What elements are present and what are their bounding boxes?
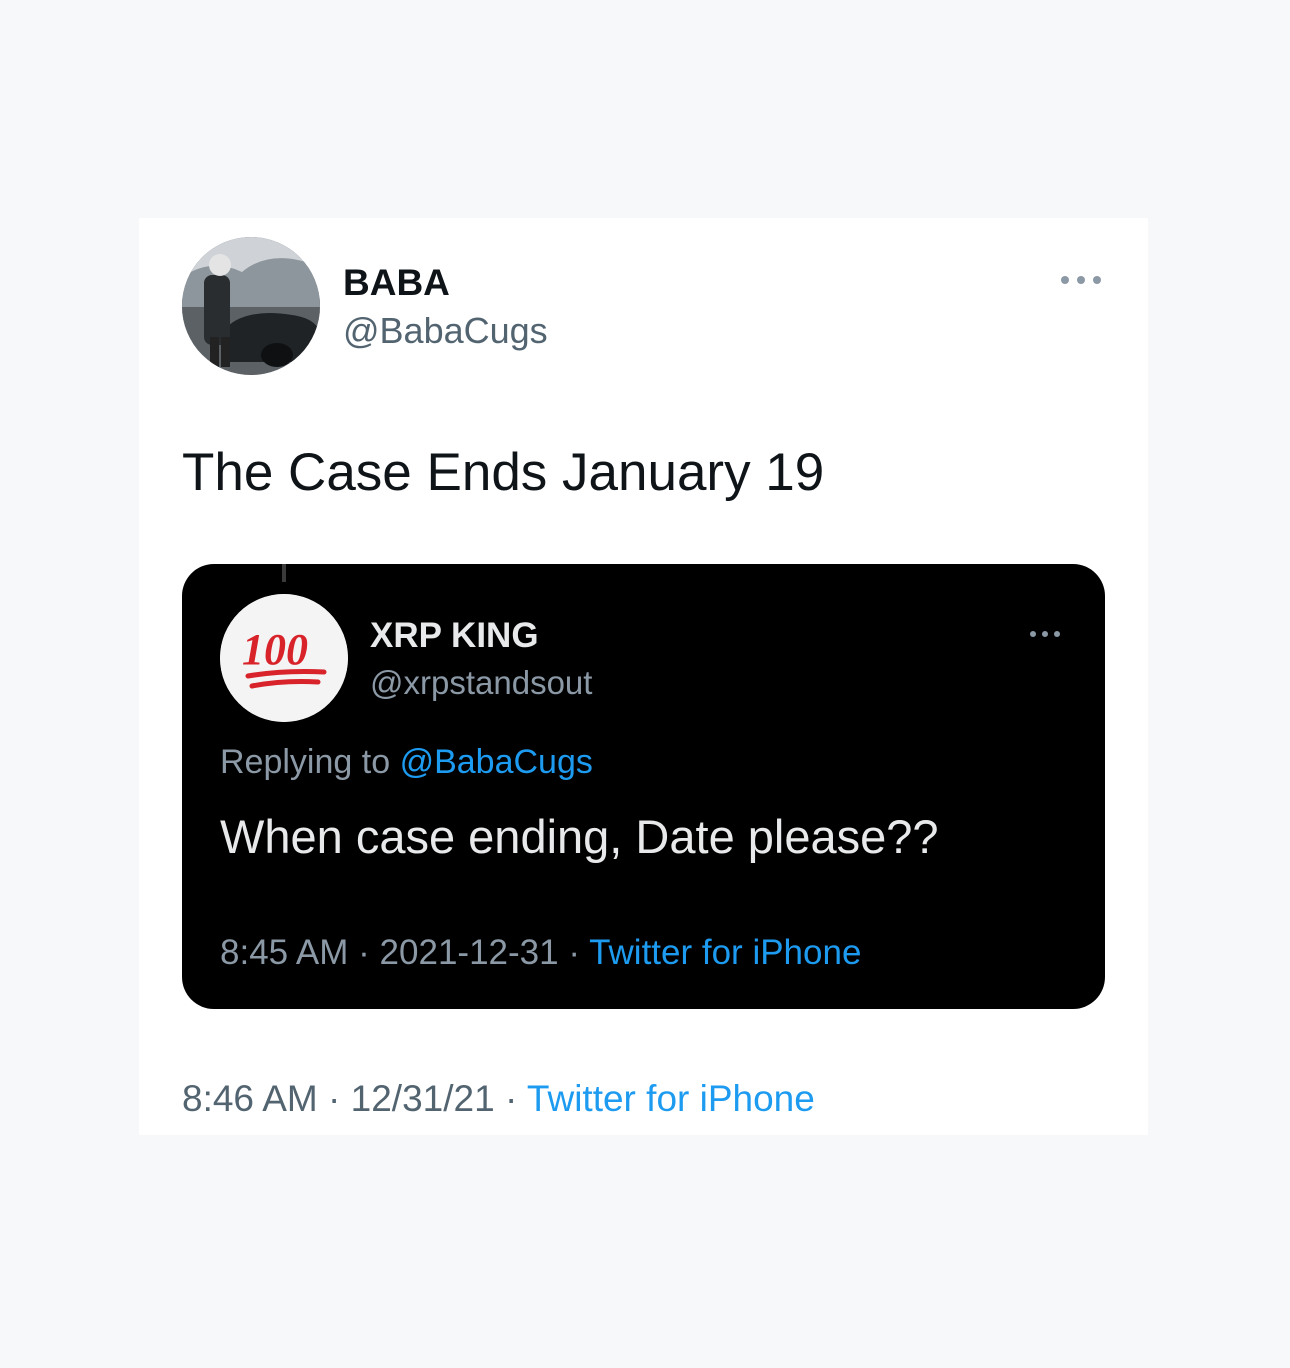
avatar[interactable] [182, 237, 320, 375]
separator: · [328, 1078, 341, 1119]
quoted-tweet-text: When case ending, Date please?? [220, 810, 939, 863]
svg-text:100: 100 [242, 625, 308, 674]
quoted-source-link[interactable]: Twitter for iPhone [589, 933, 861, 972]
separator: · [358, 933, 370, 972]
quoted-user-handle[interactable]: @xrpstandsout [370, 664, 592, 702]
more-horizontal-icon[interactable] [1061, 270, 1101, 290]
thread-line [282, 564, 286, 582]
display-name[interactable]: BABA [343, 262, 450, 304]
tweet-date[interactable]: 12/31/21 [351, 1078, 495, 1119]
tweet-source-link[interactable]: Twitter for iPhone [527, 1078, 815, 1119]
replying-to-link[interactable]: @BabaCugs [400, 743, 593, 781]
user-handle[interactable]: @BabaCugs [343, 310, 548, 352]
quoted-time[interactable]: 8:45 AM [220, 933, 348, 972]
tweet-text: The Case Ends January 19 [182, 443, 825, 502]
replying-to: Replying to @BabaCugs [220, 743, 593, 782]
separator: · [568, 933, 580, 972]
hundred-points-icon[interactable]: 100 [220, 594, 348, 722]
tweet-meta: 8:46 AM · 12/31/21 · Twitter for iPhone [182, 1078, 815, 1120]
quoted-tweet[interactable]: 100 XRP KING @xrpstandsout Replying to @… [182, 564, 1105, 1009]
quoted-date[interactable]: 2021-12-31 [380, 933, 559, 972]
tweet-time[interactable]: 8:46 AM [182, 1078, 318, 1119]
quoted-tweet-meta: 8:45 AM · 2021-12-31 · Twitter for iPhon… [220, 933, 861, 973]
separator: · [504, 1078, 518, 1119]
tweet-card: BABA @BabaCugs The Case Ends January 19 … [139, 218, 1148, 1135]
replying-prefix: Replying to [220, 743, 391, 781]
more-horizontal-icon[interactable] [1030, 628, 1060, 640]
quoted-display-name[interactable]: XRP KING [370, 616, 539, 656]
